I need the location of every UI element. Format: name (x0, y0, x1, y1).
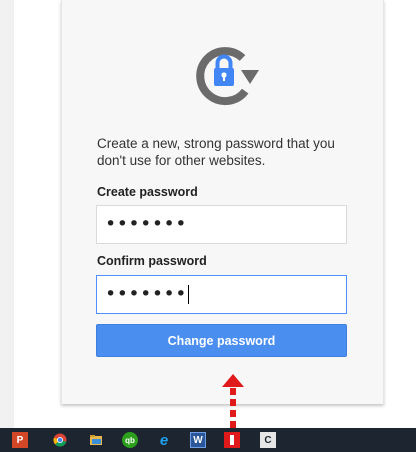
create-password-field[interactable]: ••••••• (96, 205, 347, 244)
text-caret (187, 285, 189, 304)
file-explorer-icon[interactable] (88, 432, 104, 448)
password-lock-refresh-icon (196, 47, 259, 106)
internet-explorer-icon[interactable]: e (156, 432, 172, 449)
window-edge (0, 0, 14, 428)
red-arrow-head (222, 374, 244, 387)
create-password-label: Create password (97, 185, 198, 199)
change-password-button[interactable]: Change password (96, 324, 347, 357)
taskbar: P qb e W C (0, 428, 416, 452)
instructions-text: Create a new, strong password that you d… (97, 136, 335, 168)
confirm-password-value: ••••••• (105, 283, 187, 305)
red-arrow-line (230, 388, 236, 428)
confirm-password-label: Confirm password (97, 254, 207, 268)
create-password-value: ••••••• (105, 213, 187, 235)
c-app-icon[interactable]: C (260, 432, 276, 448)
red-app-icon[interactable] (224, 432, 240, 448)
powerpoint-icon[interactable]: P (12, 432, 28, 448)
confirm-password-field[interactable]: ••••••• (96, 275, 347, 314)
chrome-icon[interactable] (52, 432, 68, 448)
word-icon[interactable]: W (190, 432, 206, 448)
quickbooks-icon[interactable]: qb (122, 432, 138, 448)
